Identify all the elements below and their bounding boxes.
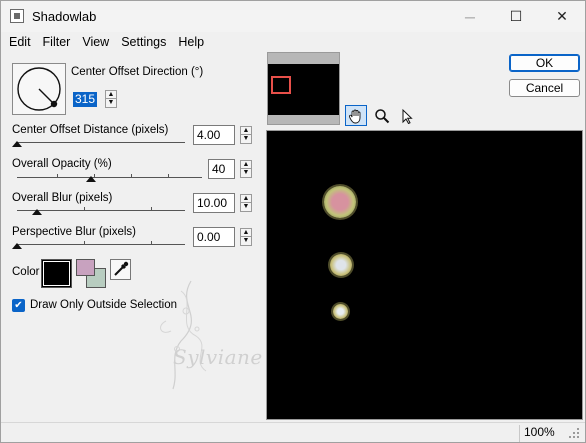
shadowlab-app-icon bbox=[10, 9, 24, 23]
status-separator bbox=[519, 425, 520, 442]
preview-bead-medium bbox=[330, 254, 352, 276]
status-bar bbox=[1, 422, 585, 442]
shadowlab-window: Shadowlab ─ ☐ ✕ Edit Filter View Setting… bbox=[0, 0, 586, 443]
direction-input[interactable]: 315 bbox=[73, 90, 103, 110]
direction-dial-graphic bbox=[17, 67, 61, 111]
cancel-button[interactable]: Cancel bbox=[509, 79, 580, 97]
maximize-button[interactable]: ☐ bbox=[493, 1, 539, 32]
watermark-text: Sylviane bbox=[173, 345, 263, 369]
minimize-button[interactable]: ─ bbox=[447, 1, 493, 32]
opacity-input[interactable]: 40 bbox=[208, 159, 235, 179]
distance-slider-thumb[interactable] bbox=[12, 141, 22, 147]
slider-tick bbox=[84, 241, 85, 244]
zoom-level: 100% bbox=[524, 425, 555, 439]
slider-tick bbox=[151, 241, 152, 244]
menu-help[interactable]: Help bbox=[172, 32, 210, 52]
distance-label: Center Offset Distance (pixels) bbox=[12, 124, 169, 136]
slider-tick bbox=[84, 207, 85, 210]
slider-tick bbox=[168, 174, 169, 177]
close-button[interactable]: ✕ bbox=[539, 1, 585, 32]
preview-canvas[interactable] bbox=[266, 130, 583, 420]
spin-up-arrow-icon[interactable]: ▲ bbox=[240, 228, 252, 237]
eyedropper-button[interactable] bbox=[110, 259, 131, 280]
spin-up-arrow-icon[interactable]: ▲ bbox=[240, 194, 252, 203]
menu-filter[interactable]: Filter bbox=[37, 32, 77, 52]
check-icon: ✔ bbox=[14, 299, 23, 311]
direction-spinner[interactable]: ▲ ▼ bbox=[105, 90, 117, 108]
blur-slider-thumb[interactable] bbox=[32, 209, 43, 215]
hand-pan-icon[interactable] bbox=[345, 105, 367, 126]
spin-up-arrow-icon[interactable]: ▲ bbox=[240, 126, 252, 135]
foreground-color-swatch[interactable] bbox=[76, 259, 95, 276]
shadow-color-swatch[interactable] bbox=[41, 259, 72, 288]
menu-settings[interactable]: Settings bbox=[115, 32, 172, 52]
perspective-spinner[interactable]: ▲ ▼ bbox=[240, 228, 252, 246]
slider-tick bbox=[57, 174, 58, 177]
ok-button[interactable]: OK bbox=[509, 54, 580, 72]
opacity-slider-thumb[interactable] bbox=[86, 176, 96, 182]
spin-down-arrow-icon[interactable]: ▼ bbox=[240, 237, 252, 246]
resize-grip-icon[interactable] bbox=[567, 426, 581, 440]
direction-value: 315 bbox=[73, 92, 98, 107]
preview-navigator[interactable] bbox=[267, 52, 340, 125]
blur-spinner[interactable]: ▲ ▼ bbox=[240, 194, 252, 212]
preview-bead-large bbox=[324, 186, 356, 218]
draw-outside-checkbox[interactable]: ✔ bbox=[12, 299, 25, 312]
slider-tick bbox=[131, 174, 132, 177]
spin-down-arrow-icon[interactable]: ▼ bbox=[240, 135, 252, 144]
watermark-flourish bbox=[160, 280, 207, 390]
spin-down-arrow-icon[interactable]: ▼ bbox=[105, 99, 117, 108]
navigator-viewport-rect[interactable] bbox=[271, 76, 291, 94]
title-bar: Shadowlab ─ ☐ ✕ bbox=[1, 1, 585, 32]
menu-view[interactable]: View bbox=[76, 32, 115, 52]
preview-bead-small bbox=[333, 304, 348, 319]
eyedropper-icon bbox=[114, 261, 129, 276]
opacity-slider-track[interactable] bbox=[17, 177, 202, 178]
slider-tick bbox=[151, 207, 152, 210]
zoom-magnifier-icon[interactable] bbox=[371, 105, 393, 126]
blur-label: Overall Blur (pixels) bbox=[12, 192, 113, 204]
distance-slider-track[interactable] bbox=[17, 142, 185, 143]
perspective-input[interactable]: 0.00 bbox=[193, 227, 235, 247]
opacity-spinner[interactable]: ▲ ▼ bbox=[240, 160, 252, 178]
spin-up-arrow-icon[interactable]: ▲ bbox=[105, 90, 117, 99]
perspective-slider-track[interactable] bbox=[17, 244, 185, 245]
blur-slider-track[interactable] bbox=[17, 210, 185, 211]
perspective-label: Perspective Blur (pixels) bbox=[12, 226, 136, 238]
arrow-pointer-icon[interactable] bbox=[396, 105, 418, 126]
spin-down-arrow-icon[interactable]: ▼ bbox=[240, 169, 252, 178]
menu-edit[interactable]: Edit bbox=[1, 32, 37, 52]
distance-spinner[interactable]: ▲ ▼ bbox=[240, 126, 252, 144]
menu-bar: Edit Filter View Settings Help bbox=[1, 32, 210, 52]
perspective-slider-thumb[interactable] bbox=[12, 243, 22, 249]
color-label: Color bbox=[12, 266, 40, 278]
direction-label: Center Offset Direction (°) bbox=[71, 66, 204, 78]
spin-up-arrow-icon[interactable]: ▲ bbox=[240, 160, 252, 169]
window-title: Shadowlab bbox=[32, 9, 97, 24]
distance-input[interactable]: 4.00 bbox=[193, 125, 235, 145]
spin-down-arrow-icon[interactable]: ▼ bbox=[240, 203, 252, 212]
blur-input[interactable]: 10.00 bbox=[193, 193, 235, 213]
direction-dial[interactable] bbox=[12, 63, 66, 115]
opacity-label: Overall Opacity (%) bbox=[12, 158, 112, 170]
